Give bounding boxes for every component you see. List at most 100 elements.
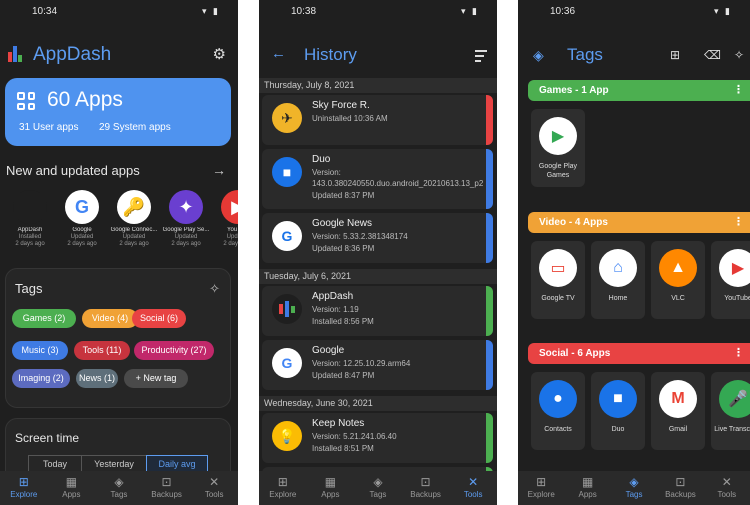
contact-icon: ● bbox=[539, 380, 577, 418]
nav-backups[interactable]: ⊡ Backups bbox=[657, 471, 703, 505]
recent-app-name: YouTu... bbox=[227, 227, 238, 233]
back-arrow-icon[interactable]: ← bbox=[271, 45, 286, 62]
nav-apps[interactable]: ▦ Apps bbox=[564, 471, 610, 505]
nav-backups[interactable]: ⊡ Backups bbox=[402, 471, 450, 505]
tag-chip[interactable]: Games (2) bbox=[12, 309, 76, 328]
apps-summary-card[interactable]: 60 Apps 31 User apps 29 System apps bbox=[5, 78, 231, 146]
tag-chip[interactable]: Tools (11) bbox=[74, 341, 130, 360]
history-version: Version: 1.19 bbox=[312, 305, 359, 314]
page-title: History bbox=[304, 45, 357, 64]
tag-section-header[interactable]: Video - 4 Apps ⋮ bbox=[528, 212, 750, 233]
tag-app-name: Google Play Games bbox=[538, 163, 578, 179]
nav-tags[interactable]: ◈ Tags bbox=[354, 471, 402, 505]
tags-card: Tags ✧ Games (2) Video (4) Social (6) Music… bbox=[5, 268, 231, 408]
status-time: 10:36 bbox=[550, 6, 576, 17]
nav-tools[interactable]: ✕ Tools bbox=[449, 471, 497, 505]
more-vert-icon[interactable]: ⋮ bbox=[733, 212, 744, 233]
history-item[interactable]: G Google News Version: 5.33.2.381348174 Upd… bbox=[262, 213, 493, 263]
tag-section-label: Games - 1 App bbox=[539, 85, 609, 96]
nav-backups[interactable]: ⊡ Backups bbox=[143, 471, 191, 505]
apps-grid-icon bbox=[17, 92, 35, 110]
apps-grid-icon: ▦ bbox=[65, 475, 78, 489]
tag-chip[interactable]: Video (4) bbox=[82, 309, 138, 328]
sparkle-icon[interactable]: ✧ bbox=[734, 48, 744, 62]
history-status: Updated 8:37 PM bbox=[312, 191, 375, 200]
tag-app-tile[interactable]: ▲ VLC bbox=[651, 241, 705, 319]
recent-app-item[interactable]: 🔑 Google Connec... Updated 2 days ago bbox=[108, 190, 160, 247]
recent-app-item[interactable]: ▶ YouTu...Updated2 days ago bbox=[212, 190, 238, 247]
recent-app-item[interactable]: G Google Updated 2 days ago bbox=[56, 190, 108, 247]
history-app-name: Duo bbox=[312, 154, 331, 165]
status-icons: ▾ ▮ bbox=[714, 6, 732, 16]
add-tag-icon[interactable]: ⊞ bbox=[670, 48, 680, 62]
apps-grid-icon: ▦ bbox=[324, 475, 337, 489]
history-item[interactable]: G Google Version: 12.25.10.29.arm64 Updated… bbox=[262, 340, 493, 390]
gear-icon[interactable]: ⚙ bbox=[213, 45, 226, 63]
recent-app-status: Installed bbox=[18, 234, 42, 240]
history-version: Version: 5.21.241.06.40 bbox=[312, 432, 397, 441]
new-tag-label: New tag bbox=[143, 373, 177, 383]
app-title: AppDash bbox=[33, 44, 112, 65]
tag-app-name: Live Transcribe bbox=[714, 426, 750, 433]
tag-section-header[interactable]: Social - 6 Apps ⋮ bbox=[528, 343, 750, 364]
nav-tools[interactable]: ✕ Tools bbox=[704, 471, 750, 505]
youtube-icon: ▶ bbox=[719, 249, 750, 287]
play-services-icon: ✦ bbox=[169, 190, 203, 224]
nav-tags[interactable]: ◈ Tags bbox=[611, 471, 657, 505]
nav-apps[interactable]: ▦ Apps bbox=[307, 471, 355, 505]
video-camera-icon: ■ bbox=[272, 157, 302, 187]
tag-app-tile[interactable]: ▶ Google Play Games bbox=[531, 109, 585, 187]
arrow-right-icon[interactable]: → bbox=[212, 162, 226, 178]
tag-app-tile[interactable]: ⌂ Home bbox=[591, 241, 645, 319]
nav-explore[interactable]: ⊞ Explore bbox=[259, 471, 307, 505]
nav-tools[interactable]: ✕ Tools bbox=[190, 471, 238, 505]
recent-app-name: Google Connec... bbox=[110, 227, 158, 233]
nav-explore[interactable]: ⊞ Explore bbox=[518, 471, 564, 505]
tag-chip[interactable]: News (1) bbox=[76, 369, 118, 388]
nav-label: Apps bbox=[321, 490, 340, 499]
app-bar: ◈ Tags ⊞ ⌫ ✧ bbox=[518, 40, 750, 70]
recent-app-item[interactable]: ✦ Google Play Se... Updated 2 days ago bbox=[160, 190, 212, 247]
tag-app-tile[interactable]: ■ Duo bbox=[591, 372, 645, 450]
recent-app-item[interactable]: AppDash Installed 2 days ago bbox=[4, 190, 56, 247]
tag-icon: ◈ bbox=[629, 475, 639, 489]
tag-chip[interactable]: Productivity (27) bbox=[134, 341, 214, 360]
google-icon: G bbox=[65, 190, 99, 224]
more-vert-icon[interactable]: ⋮ bbox=[733, 343, 744, 364]
more-vert-icon[interactable]: ⋮ bbox=[733, 80, 744, 101]
tag-app-tile[interactable]: ● Contacts bbox=[531, 372, 585, 450]
tag-section-header[interactable]: Games - 1 App ⋮ bbox=[528, 80, 750, 101]
new-tag-chip[interactable]: + New tag bbox=[124, 369, 188, 388]
explore-icon: ⊞ bbox=[536, 475, 547, 489]
sort-icon[interactable] bbox=[475, 50, 487, 65]
recent-app-date: 2 days ago bbox=[67, 241, 97, 247]
nav-apps[interactable]: ▦ Apps bbox=[48, 471, 96, 505]
nav-explore[interactable]: ⊞ Explore bbox=[0, 471, 48, 505]
tag-app-name: Duo bbox=[611, 426, 625, 433]
recent-app-date: 2 days ago bbox=[171, 241, 201, 247]
recent-apps-row: AppDash Installed 2 days ago G Google Updated… bbox=[4, 190, 238, 260]
tag-chip[interactable]: Social (6) bbox=[132, 309, 186, 328]
nav-label: Tools bbox=[463, 490, 483, 499]
tag-app-tile[interactable]: 🎤 Live Transcribe bbox=[711, 372, 750, 450]
tag-chip[interactable]: Music (3) bbox=[12, 341, 68, 360]
history-item[interactable]: ✈ Sky Force R. Uninstalled 10:36 AM bbox=[262, 95, 493, 145]
sparkle-icon[interactable]: ✧ bbox=[209, 281, 220, 297]
history-item[interactable]: AppDash Version: 1.19 Installed 8:56 PM bbox=[262, 286, 493, 336]
tag-app-tile[interactable]: M Gmail bbox=[651, 372, 705, 450]
tag-app-tile[interactable]: ▶ YouTube bbox=[711, 241, 750, 319]
home-icon: ⌂ bbox=[599, 249, 637, 287]
history-item[interactable]: 💡 Keep Notes Version: 5.21.241.06.40 Instal… bbox=[262, 413, 493, 463]
history-item[interactable]: ■ Duo Version: 143.0.380240550.duo.android… bbox=[262, 149, 493, 209]
tag-app-name: Gmail bbox=[668, 426, 688, 433]
explore-icon: ⊞ bbox=[18, 475, 29, 489]
recent-app-name: Google Play Se... bbox=[162, 227, 210, 233]
new-updated-header: New and updated apps bbox=[6, 163, 140, 178]
clear-icon[interactable]: ⌫ bbox=[704, 48, 721, 62]
nav-tags[interactable]: ◈ Tags bbox=[95, 471, 143, 505]
apps-count: 60 Apps bbox=[47, 88, 123, 111]
bottom-nav: ⊞ Explore ▦ Apps ◈ Tags ⊡ Backups ✕ Tools bbox=[518, 471, 750, 505]
tag-chip[interactable]: Imaging (2) bbox=[12, 369, 70, 388]
user-apps-count: 31 User apps bbox=[19, 122, 79, 133]
tag-app-tile[interactable]: ▭ Google TV bbox=[531, 241, 585, 319]
